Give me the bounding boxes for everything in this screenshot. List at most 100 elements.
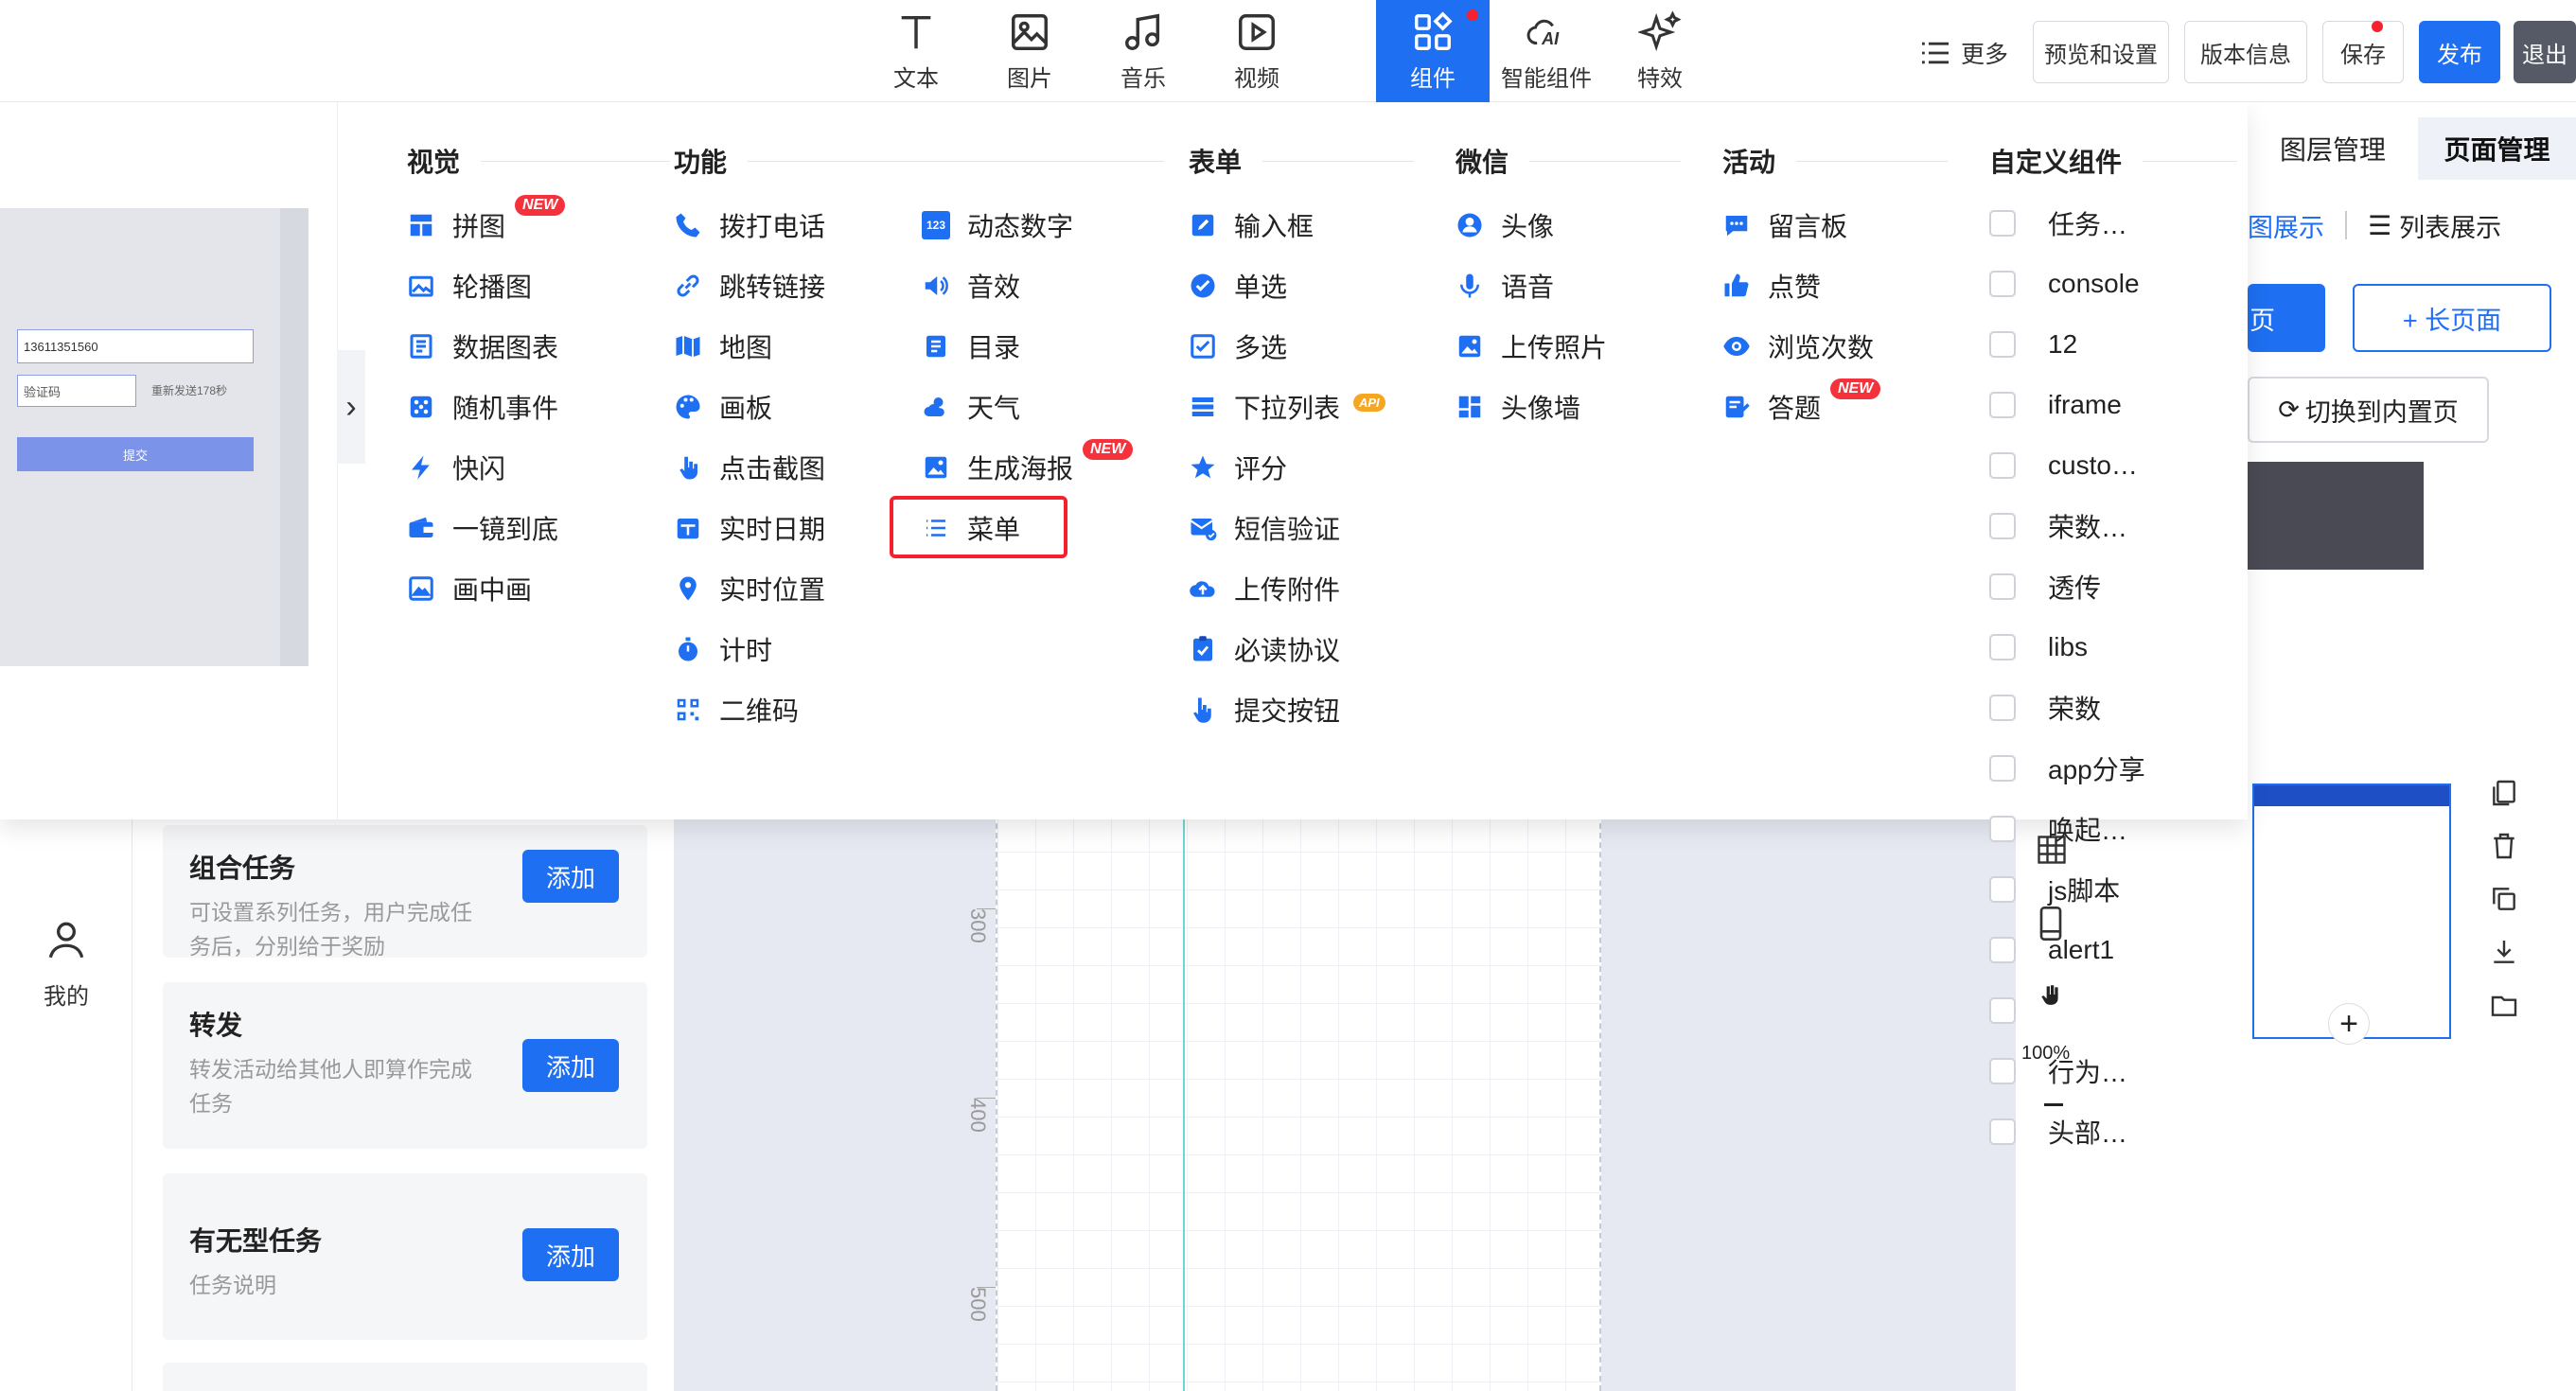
custom-component-item[interactable]: 荣数 — [1989, 689, 2145, 727]
tool-ai-components[interactable]: AI 智能组件 — [1490, 0, 1603, 102]
checkbox[interactable] — [1989, 997, 2016, 1024]
checkbox[interactable] — [1989, 634, 2016, 660]
component-item-live-date[interactable]: 实时日期 — [674, 509, 825, 547]
page-thumbnail[interactable] — [2252, 784, 2451, 1039]
more-menu[interactable]: 更多 — [1919, 34, 2008, 72]
view-graph-option[interactable]: 图展示 — [2248, 207, 2324, 244]
component-item-upload[interactable]: 上传附件 — [1189, 570, 1340, 607]
add-task-button[interactable]: 添加 — [522, 1039, 619, 1092]
tool-text[interactable]: 文本 — [859, 0, 973, 102]
component-item-sms[interactable]: 短信验证 — [1189, 509, 1340, 547]
checkbox[interactable] — [1989, 755, 2016, 782]
component-item-avatar[interactable]: 头像 — [1456, 206, 1607, 244]
checkbox[interactable] — [1989, 1058, 2016, 1084]
checkbox[interactable] — [1989, 816, 2016, 842]
checkbox[interactable] — [1989, 573, 2016, 600]
component-item-radio[interactable]: 单选 — [1189, 267, 1340, 305]
component-item-avatar-wall[interactable]: 头像墙 — [1456, 388, 1607, 426]
custom-component-item[interactable] — [1989, 992, 2145, 1030]
component-item-poster[interactable]: 生成海报 — [922, 449, 1073, 486]
component-item-dropdown-list[interactable]: 下拉列表 — [1189, 388, 1340, 426]
tool-video[interactable]: 视频 — [1200, 0, 1314, 102]
publish-button[interactable]: 发布 — [2419, 21, 2500, 83]
add-task-button[interactable]: 添加 — [522, 850, 619, 903]
folder-icon[interactable] — [2489, 990, 2519, 1020]
component-item-submit-button[interactable]: 提交按钮 — [1189, 691, 1340, 729]
add-page-icon[interactable]: + — [2328, 1003, 2370, 1045]
custom-component-item[interactable]: console — [1989, 265, 2145, 303]
component-item-palette[interactable]: 画板 — [674, 388, 825, 426]
component-item-data-chart[interactable]: 数据图表 — [407, 327, 558, 365]
component-item-upload-photo[interactable]: 上传照片 — [1456, 327, 1607, 365]
tool-music[interactable]: 音乐 — [1086, 0, 1200, 102]
tool-image[interactable]: 图片 — [973, 0, 1086, 102]
duplicate-icon[interactable] — [2489, 884, 2519, 914]
custom-component-item[interactable]: js脚本 — [1989, 871, 2145, 908]
collapse-preview-button[interactable]: › — [337, 350, 365, 464]
custom-component-item[interactable]: 行为… — [1989, 1052, 2145, 1090]
component-item-timer[interactable]: 计时 — [674, 630, 825, 668]
component-item-message-board[interactable]: 留言板 — [1722, 206, 1874, 244]
tab-layers[interactable]: 图层管理 — [2248, 117, 2418, 180]
view-list-option[interactable]: 列表展示 — [2399, 207, 2501, 244]
component-item-agreement[interactable]: 必读协议 — [1189, 630, 1340, 668]
component-item-one-shot[interactable]: 一镜到底 — [407, 509, 558, 547]
custom-component-item[interactable]: 头部… — [1989, 1113, 2145, 1151]
exit-button[interactable]: 退出 — [2514, 21, 2576, 83]
component-item-voice[interactable]: 语音 — [1456, 267, 1607, 305]
component-item-carousel[interactable]: 轮播图 — [407, 267, 558, 305]
version-info-button[interactable]: 版本信息 — [2184, 21, 2307, 83]
custom-component-item[interactable]: app分享 — [1989, 749, 2145, 787]
preview-settings-button[interactable]: 预览和设置 — [2033, 21, 2169, 83]
custom-component-item[interactable]: 唤起… — [1989, 810, 2145, 848]
checkbox[interactable] — [1989, 876, 2016, 903]
checkbox[interactable] — [1989, 210, 2016, 237]
checkbox[interactable] — [1989, 331, 2016, 358]
component-item-pip[interactable]: 画中画 — [407, 570, 558, 607]
checkbox[interactable] — [1989, 1118, 2016, 1145]
download-icon[interactable] — [2489, 937, 2519, 967]
tool-effects[interactable]: 特效 — [1603, 0, 1717, 102]
checkbox[interactable] — [1989, 392, 2016, 418]
component-item-views[interactable]: 浏览次数 — [1722, 327, 1874, 365]
custom-component-item[interactable]: 12 — [1989, 326, 2145, 363]
tab-pages[interactable]: 页面管理 — [2418, 117, 2576, 180]
phone-canvas[interactable] — [996, 814, 1601, 1391]
component-item-tap-screenshot[interactable]: 点击截图 — [674, 449, 825, 486]
component-item-like[interactable]: 点赞 — [1722, 267, 1874, 305]
copy-icon[interactable] — [2489, 778, 2519, 808]
long-page-button[interactable]: + 长页面 — [2353, 284, 2551, 352]
component-item-call[interactable]: 拨打电话 — [674, 206, 825, 244]
component-item-flash[interactable]: 快闪 — [407, 449, 558, 486]
component-item-live-location[interactable]: 实时位置 — [674, 570, 825, 607]
component-item-weather[interactable]: 天气 — [922, 388, 1073, 426]
trash-icon[interactable] — [2489, 831, 2519, 861]
custom-component-item[interactable]: 透传 — [1989, 568, 2145, 606]
nav-mine[interactable]: 我的 — [38, 916, 95, 1011]
component-item-link[interactable]: 跳转链接 — [674, 267, 825, 305]
page-button[interactable]: 页 — [2248, 284, 2325, 352]
checkbox[interactable] — [1989, 271, 2016, 297]
add-task-button[interactable]: 添加 — [522, 1228, 619, 1281]
custom-component-item[interactable]: custo… — [1989, 447, 2145, 484]
custom-component-item[interactable]: 任务… — [1989, 204, 2145, 242]
custom-component-item[interactable]: libs — [1989, 628, 2145, 666]
component-item-map[interactable]: 地图 — [674, 327, 825, 365]
component-item-checkbox[interactable]: 多选 — [1189, 327, 1340, 365]
component-item-input[interactable]: 输入框 — [1189, 206, 1340, 244]
save-button[interactable]: 保存 — [2322, 21, 2404, 83]
component-item-sound[interactable]: 音效 — [922, 267, 1073, 305]
component-item-catalog[interactable]: 目录 — [922, 327, 1073, 365]
custom-component-item[interactable]: 荣数… — [1989, 507, 2145, 545]
checkbox[interactable] — [1989, 937, 2016, 963]
custom-component-item[interactable]: alert1 — [1989, 931, 2145, 969]
component-item-dynamic-number[interactable]: 123 动态数字 — [922, 206, 1073, 244]
checkbox[interactable] — [1989, 452, 2016, 479]
component-item-random-event[interactable]: 随机事件 — [407, 388, 558, 426]
component-item-rating[interactable]: 评分 — [1189, 449, 1340, 486]
checkbox[interactable] — [1989, 513, 2016, 539]
checkbox[interactable] — [1989, 695, 2016, 721]
component-item-qrcode[interactable]: 二维码 — [674, 691, 825, 729]
switch-inner-page-button[interactable]: ⟳ 切换到内置页 — [2248, 377, 2489, 443]
custom-component-item[interactable]: iframe — [1989, 386, 2145, 424]
